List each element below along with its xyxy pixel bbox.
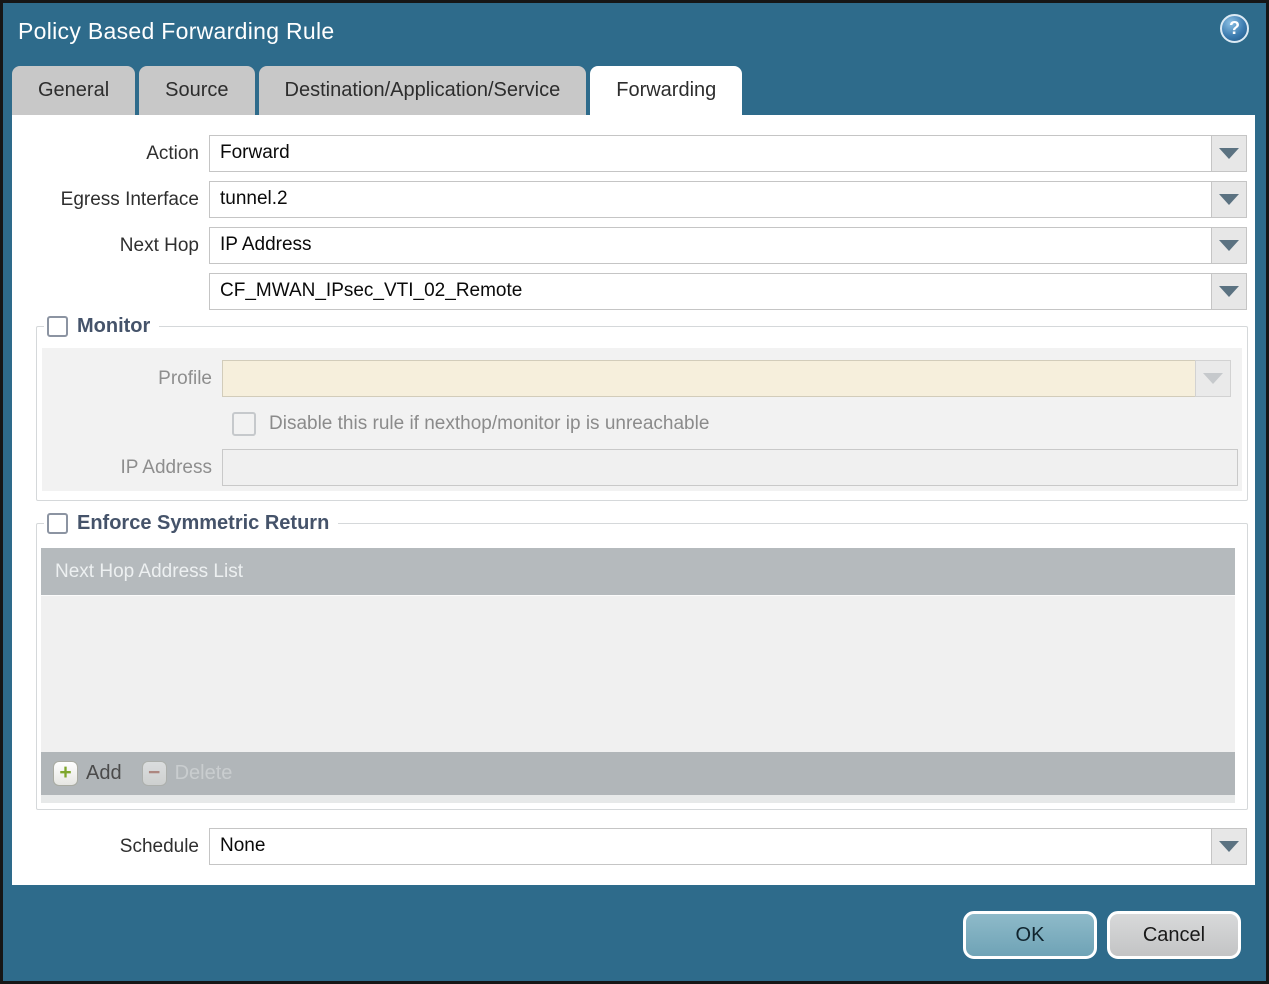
profile-label: Profile (158, 368, 212, 389)
cancel-button[interactable]: Cancel (1107, 911, 1241, 959)
tab-bar: General Source Destination/Application/S… (12, 66, 743, 115)
chevron-down-icon (1219, 841, 1239, 852)
next-hop-address-list-table: Next Hop Address List + Add − Delete (41, 548, 1235, 803)
profile-dropdown-button (1195, 360, 1231, 397)
disable-rule-row: Disable this rule if nexthop/monitor ip … (232, 410, 709, 437)
table-resize-strip (41, 795, 1235, 803)
policy-based-forwarding-rule-dialog: Policy Based Forwarding Rule ? General S… (0, 0, 1269, 984)
egress-interface-row: Egress Interface tunnel.2 (12, 181, 1247, 218)
delete-button-label: Delete (174, 762, 233, 784)
schedule-combobox[interactable]: None (209, 828, 1212, 865)
next-hop-label: Next Hop (119, 235, 199, 256)
monitor-section-title: Monitor (77, 315, 151, 337)
profile-row: Profile (42, 360, 1231, 397)
egress-interface-label: Egress Interface (60, 189, 199, 210)
chevron-down-icon (1219, 148, 1239, 159)
action-dropdown-button[interactable] (1211, 135, 1247, 172)
ok-button[interactable]: OK (963, 911, 1097, 959)
action-label: Action (146, 143, 199, 164)
schedule-label: Schedule (119, 836, 199, 857)
table-header: Next Hop Address List (41, 548, 1235, 595)
next-hop-row: Next Hop IP Address (12, 227, 1247, 264)
profile-combobox (222, 360, 1196, 397)
enforce-symmetric-return-title: Enforce Symmetric Return (77, 512, 330, 534)
monitor-ip-address-row: IP Address (42, 449, 1238, 486)
add-button-label: Add (86, 762, 122, 784)
forwarding-tab-panel: Action Forward Egress Interface tunnel.2… (12, 115, 1255, 885)
tab-destination-application-service[interactable]: Destination/Application/Service (258, 66, 587, 115)
minus-icon: − (141, 761, 167, 786)
help-button[interactable]: ? (1220, 14, 1249, 43)
monitor-panel: Profile Disable this rule if nexthop/mon… (42, 348, 1242, 491)
chevron-down-icon (1203, 373, 1223, 384)
enforce-symmetric-return-checkbox[interactable] (47, 513, 68, 534)
next-hop-address-row: CF_MWAN_IPsec_VTI_02_Remote (12, 273, 1247, 310)
monitor-section: Monitor Profile Disable this rule if nex… (36, 312, 1248, 501)
enforce-symmetric-return-section: Enforce Symmetric Return Next Hop Addres… (36, 509, 1248, 810)
disable-rule-checkbox (232, 411, 256, 436)
next-hop-address-dropdown-button[interactable] (1211, 273, 1247, 310)
tab-forwarding[interactable]: Forwarding (590, 66, 743, 115)
tab-general[interactable]: General (12, 66, 136, 115)
tab-source[interactable]: Source (139, 66, 255, 115)
chevron-down-icon (1219, 240, 1239, 251)
next-hop-type-dropdown-button[interactable] (1211, 227, 1247, 264)
delete-button: − Delete (141, 761, 233, 786)
egress-interface-dropdown-button[interactable] (1211, 181, 1247, 218)
dialog-title: Policy Based Forwarding Rule (18, 18, 335, 44)
action-row: Action Forward (12, 135, 1247, 172)
egress-interface-combobox[interactable]: tunnel.2 (209, 181, 1212, 218)
action-combobox[interactable]: Forward (209, 135, 1212, 172)
next-hop-address-list-column-header: Next Hop Address List (55, 560, 243, 582)
chevron-down-icon (1219, 194, 1239, 205)
next-hop-address-combobox[interactable]: CF_MWAN_IPsec_VTI_02_Remote (209, 273, 1212, 310)
next-hop-type-combobox[interactable]: IP Address (209, 227, 1212, 264)
table-body (41, 595, 1235, 752)
chevron-down-icon (1219, 286, 1239, 297)
monitor-checkbox[interactable] (47, 316, 68, 337)
help-icon: ? (1229, 18, 1240, 38)
plus-icon: + (53, 761, 78, 786)
disable-rule-label: Disable this rule if nexthop/monitor ip … (269, 412, 710, 434)
table-toolbar: + Add − Delete (41, 752, 1235, 795)
ip-address-label: IP Address (120, 457, 212, 478)
schedule-dropdown-button[interactable] (1211, 828, 1247, 865)
add-button[interactable]: + Add (53, 761, 122, 786)
schedule-row: Schedule None (12, 828, 1247, 865)
ip-address-field (222, 449, 1238, 486)
